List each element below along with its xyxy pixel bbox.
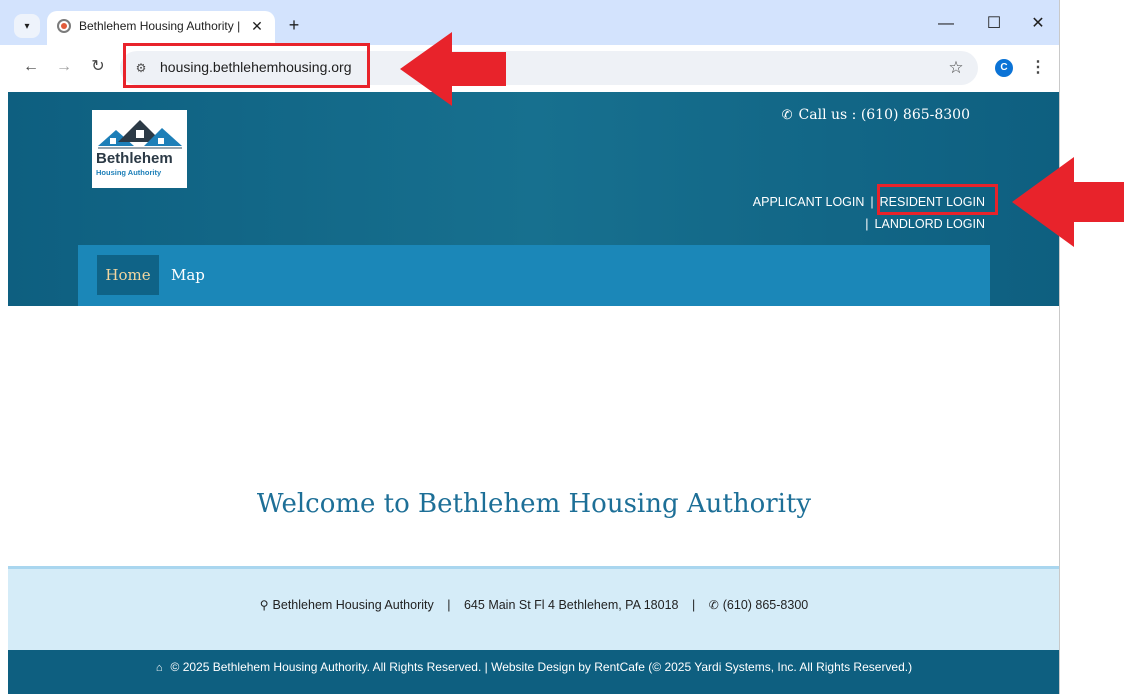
window-edge [1059, 0, 1060, 694]
nav-item-map[interactable]: Map [171, 255, 205, 295]
phone-icon: ✆ [781, 108, 793, 123]
tab-active[interactable]: Bethlehem Housing Authority | ✕ [47, 11, 275, 45]
separator: | [447, 598, 451, 612]
maximize-icon[interactable]: ☐ [982, 12, 1006, 36]
footer-org-name: Bethlehem Housing Authority [272, 598, 434, 612]
home-icon: ⌂ [155, 662, 163, 674]
url-highlight-box [123, 43, 370, 88]
welcome-heading: Welcome to Bethlehem Housing Authority [256, 489, 812, 519]
separator: | [691, 598, 696, 612]
forward-icon[interactable]: → [52, 55, 76, 79]
main-navigation: Home Map [78, 245, 990, 306]
call-us-text: Call us : (610) 865-8300 [798, 107, 970, 123]
footer-copyright: ⌂ © 2025 Bethlehem Housing Authority. All… [8, 650, 1060, 694]
phone-icon: ✆ [708, 598, 719, 612]
login-links-row-2: | LANDLORD LOGIN [859, 217, 985, 231]
logo-name: Bethlehem [96, 150, 173, 167]
footer-phone[interactable]: (610) 865-8300 [723, 598, 808, 612]
profile-avatar[interactable]: C [995, 59, 1013, 77]
resident-login-highlight-box [877, 184, 998, 215]
reload-icon[interactable]: ↻ [86, 55, 110, 79]
browser-window: ▾ Bethlehem Housing Authority | ✕ + — ☐ … [0, 0, 1060, 694]
new-tab-button[interactable]: + [284, 15, 304, 35]
url-arrow-icon [400, 32, 506, 106]
minimize-icon[interactable]: — [934, 12, 958, 36]
back-icon[interactable]: ← [19, 55, 43, 79]
copyright-text: © 2025 Bethlehem Housing Authority. All … [170, 660, 913, 674]
tab-close-icon[interactable]: ✕ [247, 16, 267, 36]
logo[interactable]: Bethlehem Housing Authority [92, 110, 187, 188]
applicant-login-link[interactable]: APPLICANT LOGIN [753, 195, 865, 209]
kebab-icon[interactable]: ⋮ [1028, 56, 1048, 80]
nav-item-home[interactable]: Home [97, 255, 159, 295]
copyright-line: ⌂ © 2025 Bethlehem Housing Authority. All… [8, 660, 1060, 674]
logo-roofs-icon [98, 120, 182, 149]
footer-address: 645 Main St Fl 4 Bethlehem, PA 18018 [463, 598, 679, 612]
footer-contact: ⚲ Bethlehem Housing Authority | 645 Main … [8, 566, 1060, 650]
logo-subtitle: Housing Authority [96, 168, 162, 177]
site-favicon [57, 19, 71, 33]
resident-login-arrow-icon [1012, 157, 1124, 247]
call-us: ✆ Call us : (610) 865-8300 [782, 107, 970, 123]
main-content: Welcome to Bethlehem Housing Authority [8, 306, 1060, 566]
pin-icon: ⚲ [259, 598, 269, 612]
tab-strip: ▾ Bethlehem Housing Authority | ✕ + — ☐ … [0, 0, 1060, 45]
landlord-login-link[interactable]: LANDLORD LOGIN [875, 217, 985, 231]
background-gutter [1060, 0, 1126, 694]
separator: | [865, 217, 869, 231]
separator: | [870, 195, 874, 209]
tab-title: Bethlehem Housing Authority | [79, 19, 241, 33]
tab-search-icon[interactable]: ▾ [14, 14, 40, 38]
close-window-icon[interactable]: ✕ [1026, 12, 1050, 36]
star-icon[interactable]: ☆ [944, 56, 968, 80]
contact-line: ⚲ Bethlehem Housing Authority | 645 Main … [8, 598, 1060, 612]
